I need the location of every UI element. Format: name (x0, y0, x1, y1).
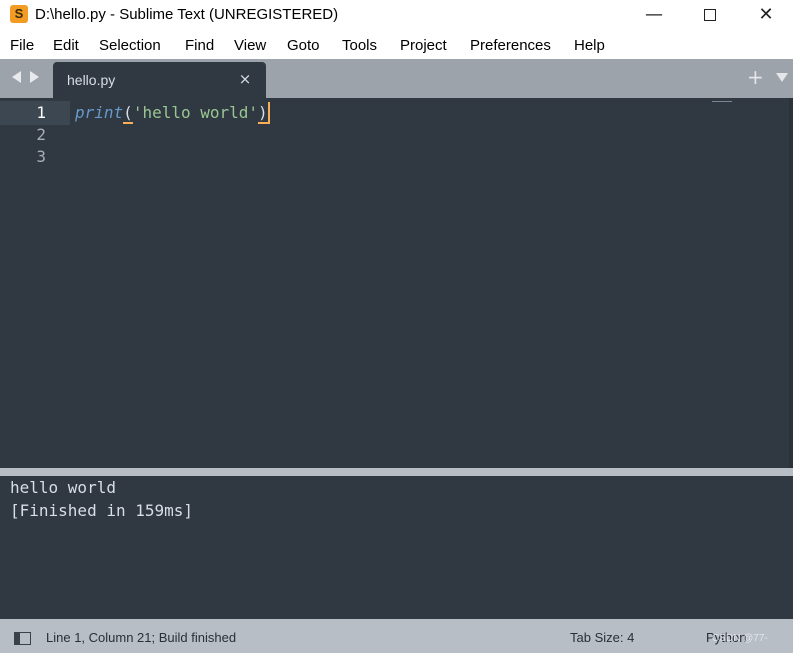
tab-prev-arrow-icon[interactable] (12, 71, 21, 83)
menu-tools[interactable]: Tools (342, 37, 377, 55)
menu-view[interactable]: View (234, 37, 266, 55)
sublime-logo-icon: S (10, 5, 28, 23)
toggle-panel-icon[interactable] (14, 632, 31, 645)
close-window-button[interactable]: ✕ (738, 0, 793, 30)
menu-file[interactable]: File (10, 37, 34, 55)
minimap[interactable] (712, 101, 732, 102)
menu-help[interactable]: Help (574, 37, 605, 55)
build-output-panel: hello world [Finished in 159ms] (3, 476, 793, 619)
token-function: print (75, 103, 124, 122)
text-cursor (267, 102, 270, 124)
maximize-icon (704, 9, 716, 21)
line-number: 2 (36, 125, 46, 144)
status-position: Line 1, Column 21; Build finished (46, 630, 237, 645)
code-line-1[interactable]: print('hello world') (75, 102, 270, 124)
panel-splitter[interactable] (0, 468, 793, 476)
tab-label: hello.py (67, 72, 116, 88)
menu-edit[interactable]: Edit (53, 37, 79, 55)
menu-preferences[interactable]: Preferences (470, 37, 551, 55)
output-line: hello world (10, 478, 116, 497)
tab-next-arrow-icon[interactable] (30, 71, 39, 83)
watermark-text: CSDN @77- (712, 633, 768, 644)
maximize-button[interactable] (682, 0, 738, 30)
menu-project[interactable]: Project (400, 37, 447, 55)
title-bar: S D:\hello.py - Sublime Text (UNREGISTER… (0, 0, 793, 30)
menu-find[interactable]: Find (185, 37, 214, 55)
minimize-icon: — (645, 4, 663, 25)
token-string: 'hello world' (132, 103, 259, 122)
close-icon: ✕ (758, 4, 774, 25)
menu-goto[interactable]: Goto (287, 37, 320, 55)
minimize-button[interactable]: — (626, 0, 682, 30)
line-number: 1 (36, 103, 46, 122)
code-editor[interactable]: 1 2 3 print('hello world') (0, 98, 793, 468)
tab-close-icon[interactable]: × (237, 71, 253, 87)
new-tab-plus-icon[interactable]: + (747, 66, 764, 88)
tab-list-dropdown-icon[interactable] (776, 73, 788, 82)
window-title: D:\hello.py - Sublime Text (UNREGISTERED… (35, 6, 339, 23)
output-line: [Finished in 159ms] (10, 501, 194, 520)
status-bar: Line 1, Column 21; Build finished Tab Si… (0, 619, 793, 653)
token-open-paren: ( (123, 103, 133, 124)
tab-hello-py[interactable]: hello.py × (53, 62, 266, 98)
token-close-paren: ) (258, 103, 268, 124)
editor-scrollbar[interactable] (789, 98, 793, 468)
status-tab-size[interactable]: Tab Size: 4 (570, 630, 634, 646)
menu-selection[interactable]: Selection (99, 37, 161, 55)
menu-bar: File Edit Selection Find View Goto Tools… (0, 30, 793, 59)
line-number-gutter: 1 2 3 (0, 98, 70, 468)
line-number: 3 (36, 147, 46, 166)
